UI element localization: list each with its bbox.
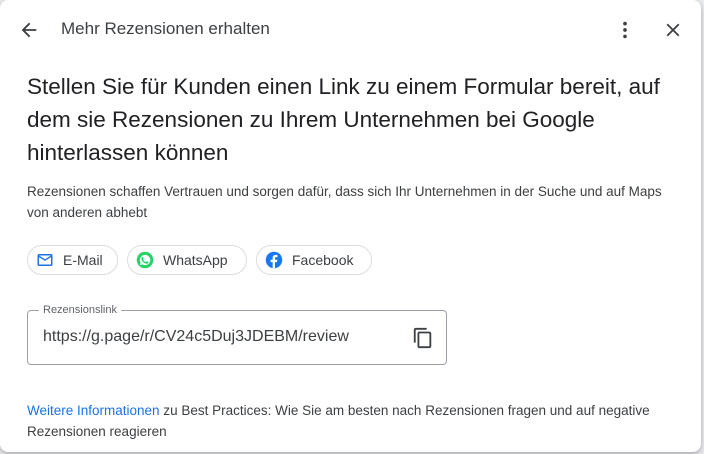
close-icon [666,23,680,37]
whatsapp-icon [136,251,154,269]
facebook-icon [265,251,283,269]
review-link-field[interactable]: Rezensionslink https://g.page/r/CV24c5Du… [27,303,447,365]
email-icon [36,251,54,269]
get-more-reviews-dialog: Mehr Rezensionen erhalten Stellen Sie fü… [0,0,701,452]
share-email-button[interactable]: E-Mail [27,245,118,275]
share-whatsapp-label: WhatsApp [163,252,228,268]
copy-link-button[interactable] [409,324,437,352]
description: Rezensionen schaffen Vertrauen und sorge… [27,184,662,220]
more-vert-icon [623,21,627,39]
share-email-label: E-Mail [63,252,103,268]
more-info-link[interactable]: Weitere Informationen [27,403,160,418]
dialog-title: Mehr Rezensionen erhalten [61,19,270,38]
arrow-back-icon [21,22,37,38]
share-facebook-label: Facebook [292,252,354,268]
copy-icon [413,327,432,349]
back-button[interactable] [13,14,45,46]
dialog-header: Mehr Rezensionen erhalten [0,0,701,60]
footer-info: Weitere Informationen zu Best Practices:… [27,400,667,442]
share-facebook-button[interactable]: Facebook [256,245,372,275]
review-link-label: Rezensionslink [39,303,121,317]
review-link-value[interactable]: https://g.page/r/CV24c5Duj3JDEBM/review [43,328,349,346]
more-options-button[interactable] [609,14,641,46]
share-whatsapp-button[interactable]: WhatsApp [127,245,247,275]
close-button[interactable] [657,14,689,46]
headline: Stellen Sie für Kunden einen Link zu ein… [27,74,660,165]
